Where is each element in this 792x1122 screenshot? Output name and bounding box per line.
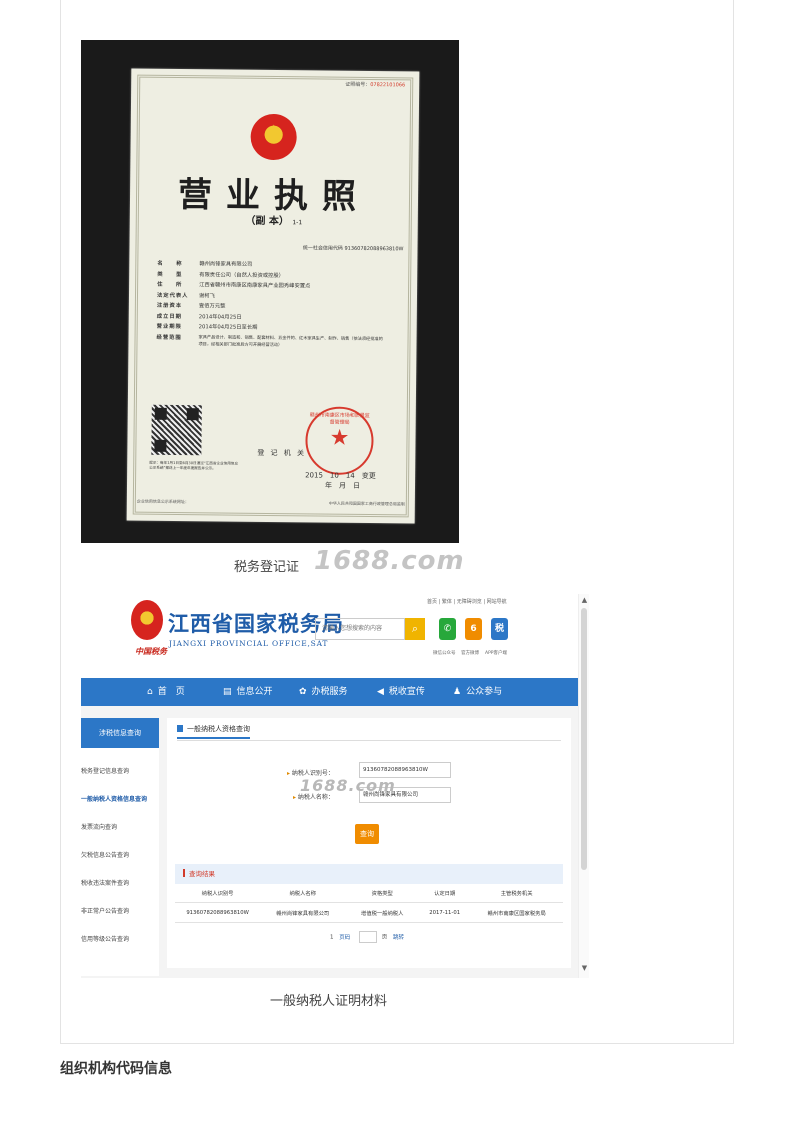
query-button[interactable]: 查询	[355, 824, 379, 844]
scroll-up-icon[interactable]: ▲	[579, 596, 589, 604]
license-field: 经营范围 家具产品设计、制造和、销售、配套材料、五金件的、红木家具生产、制作、销售…	[156, 333, 383, 347]
tax-body: 涉税信息查询 税务登记信息查询 一般纳税人资格信息查询 发票流向查询 欠税信息公…	[81, 706, 578, 978]
license-fields: 名 称赣州尚锋家具有限公司 类 型有限责任公司（自然人投资或控股） 住 所江西省…	[156, 259, 387, 349]
app-label: APP客户端	[485, 651, 508, 656]
qr-note: 提示：每年1月1日至6月30日通过“江西省企业信用信息公示系统”报送上一年度年度…	[149, 460, 239, 471]
result-title: 查询结果	[175, 864, 563, 884]
sidebar-item[interactable]: 税务登记信息查询	[81, 766, 159, 775]
official-seal-icon: 赣州市南康区市场和质量监督管理局	[305, 406, 374, 476]
section-heading: 组织机构代码信息	[60, 1061, 172, 1077]
sidebar-item[interactable]: 信用等级公告查询	[81, 934, 159, 943]
query-result: 查询结果 纳税人识别号 纳税人名称 资格类型 认定日期 主管税务机关 91360…	[175, 864, 563, 958]
pager-go-suffix: 页	[381, 934, 388, 941]
scroll-thumb[interactable]	[581, 608, 587, 870]
nav-item-home[interactable]: ⌂ 首 页	[147, 678, 185, 706]
pager-current: 1	[329, 934, 334, 941]
column-header: 纳税人识别号	[175, 884, 261, 903]
pager: 1 页码 页 跳转	[175, 931, 563, 943]
tax-top-links[interactable]: 首页 | 繁体 | 无障碍浏览 | 网站导航	[427, 598, 507, 605]
watermark: 1688.com	[314, 546, 465, 576]
table-cell: 赣州尚锋家具有限公司	[260, 902, 346, 923]
sidebar-item[interactable]: 非正常户公告查询	[81, 906, 159, 915]
tax-slogan: 中国税务	[135, 647, 167, 656]
home-icon: ⌂	[147, 687, 153, 697]
result-table: 纳税人识别号 纳税人名称 资格类型 认定日期 主管税务机关 9136078208…	[175, 884, 563, 923]
caption-tax: 一般纳税人证明材料	[270, 994, 388, 1009]
document-icon: ▤	[223, 687, 232, 697]
sidebar-item[interactable]: 欠税信息公告查询	[81, 850, 159, 859]
caption-license: 税务登记证	[234, 560, 300, 575]
column-header: 认定日期	[419, 884, 471, 903]
column-header: 纳税人名称	[260, 884, 346, 903]
table-header-row: 纳税人识别号 纳税人名称 资格类型 认定日期 主管税务机关	[175, 884, 563, 903]
sidebar-item-active[interactable]: 一般纳税人资格信息查询	[81, 794, 159, 803]
nav-item-info[interactable]: ▤ 信息公开	[223, 678, 273, 706]
app-icon[interactable]: 税	[491, 618, 508, 640]
wechat-icon[interactable]: ✆	[439, 618, 456, 640]
weibo-label: 官方微博	[461, 651, 479, 656]
sidebar-item[interactable]: 税收违法案件查询	[81, 878, 159, 887]
tax-search-input[interactable]: 请输入您想搜索的内容	[315, 618, 405, 640]
column-header: 主管税务机关	[470, 884, 563, 903]
business-license-photo: 证照编号：07822101066 营业执照 （副 本） 1-1 统一社会信用代码…	[81, 40, 459, 543]
tax-nav: ⌂ 首 页 ▤ 信息公开 ✿ 办税服务 ◀ 税收宣传 ♟ 公众参与	[81, 678, 578, 706]
tax-site-name-en: JIANGXI PROVINCIAL OFFICE,SAT	[169, 639, 329, 648]
watermark-overlay: 1688.com	[300, 776, 396, 795]
certificate-number: 证照编号：07822101066	[345, 81, 406, 89]
credit-code: 统一社会信用代码 91360782088963810W	[302, 245, 404, 253]
scroll-down-icon[interactable]: ▼	[579, 964, 589, 972]
table-cell: 91360782088963810W	[175, 902, 261, 923]
search-icon[interactable]: ⌕	[405, 618, 425, 640]
nav-item-service[interactable]: ✿ 办税服务	[299, 678, 348, 706]
registration-date: 2015 10 14 变更年 月 日	[305, 471, 376, 490]
national-emblem-icon	[250, 113, 297, 161]
registration-office: 登 记 机 关	[257, 448, 307, 458]
table-cell: 赣州市南康区国家税务局	[470, 902, 563, 923]
weibo-icon[interactable]: 6	[465, 618, 482, 640]
service-icon: ✿	[299, 687, 307, 697]
license-subtitle: （副 本） 1-1	[245, 215, 303, 228]
tax-emblem-icon	[131, 600, 163, 640]
nav-item-public[interactable]: ♟ 公众参与	[453, 678, 502, 706]
panel-divider	[177, 740, 561, 741]
pager-input[interactable]	[358, 931, 377, 943]
people-icon: ♟	[453, 687, 462, 697]
sidebar-head: 涉税信息查询	[81, 718, 159, 748]
megaphone-icon: ◀	[377, 687, 384, 697]
table-row: 91360782088963810W 赣州尚锋家具有限公司 增值税一般纳税人 2…	[175, 902, 563, 923]
tax-query-panel: 一般纳税人资格查询 纳税人识别号： 91360782088963810W 纳税人…	[167, 718, 571, 968]
qr-code-icon	[151, 404, 202, 456]
panel-title: 一般纳税人资格查询	[177, 724, 250, 739]
license-paper: 证照编号：07822101066 营业执照 （副 本） 1-1 统一社会信用代码…	[126, 68, 420, 524]
sidebar-item[interactable]: 发票流向查询	[81, 822, 159, 831]
tax-header: 中国税务 江西省国家税务局 JIANGXI PROVINCIAL OFFICE,…	[81, 594, 578, 678]
tax-sidebar: 涉税信息查询 税务登记信息查询 一般纳税人资格信息查询 发票流向查询 欠税信息公…	[81, 718, 159, 976]
scrollbar[interactable]: ▲ ▼	[578, 594, 589, 978]
pager-go-button[interactable]: 跳转	[393, 935, 404, 941]
column-header: 资格类型	[345, 884, 420, 903]
nav-item-promo[interactable]: ◀ 税收宣传	[377, 678, 425, 706]
pager-go-prefix: 页码	[339, 934, 351, 941]
wechat-label: 微信公众号	[433, 651, 456, 656]
table-cell: 2017-11-01	[419, 902, 471, 923]
table-cell: 增值税一般纳税人	[345, 902, 420, 923]
